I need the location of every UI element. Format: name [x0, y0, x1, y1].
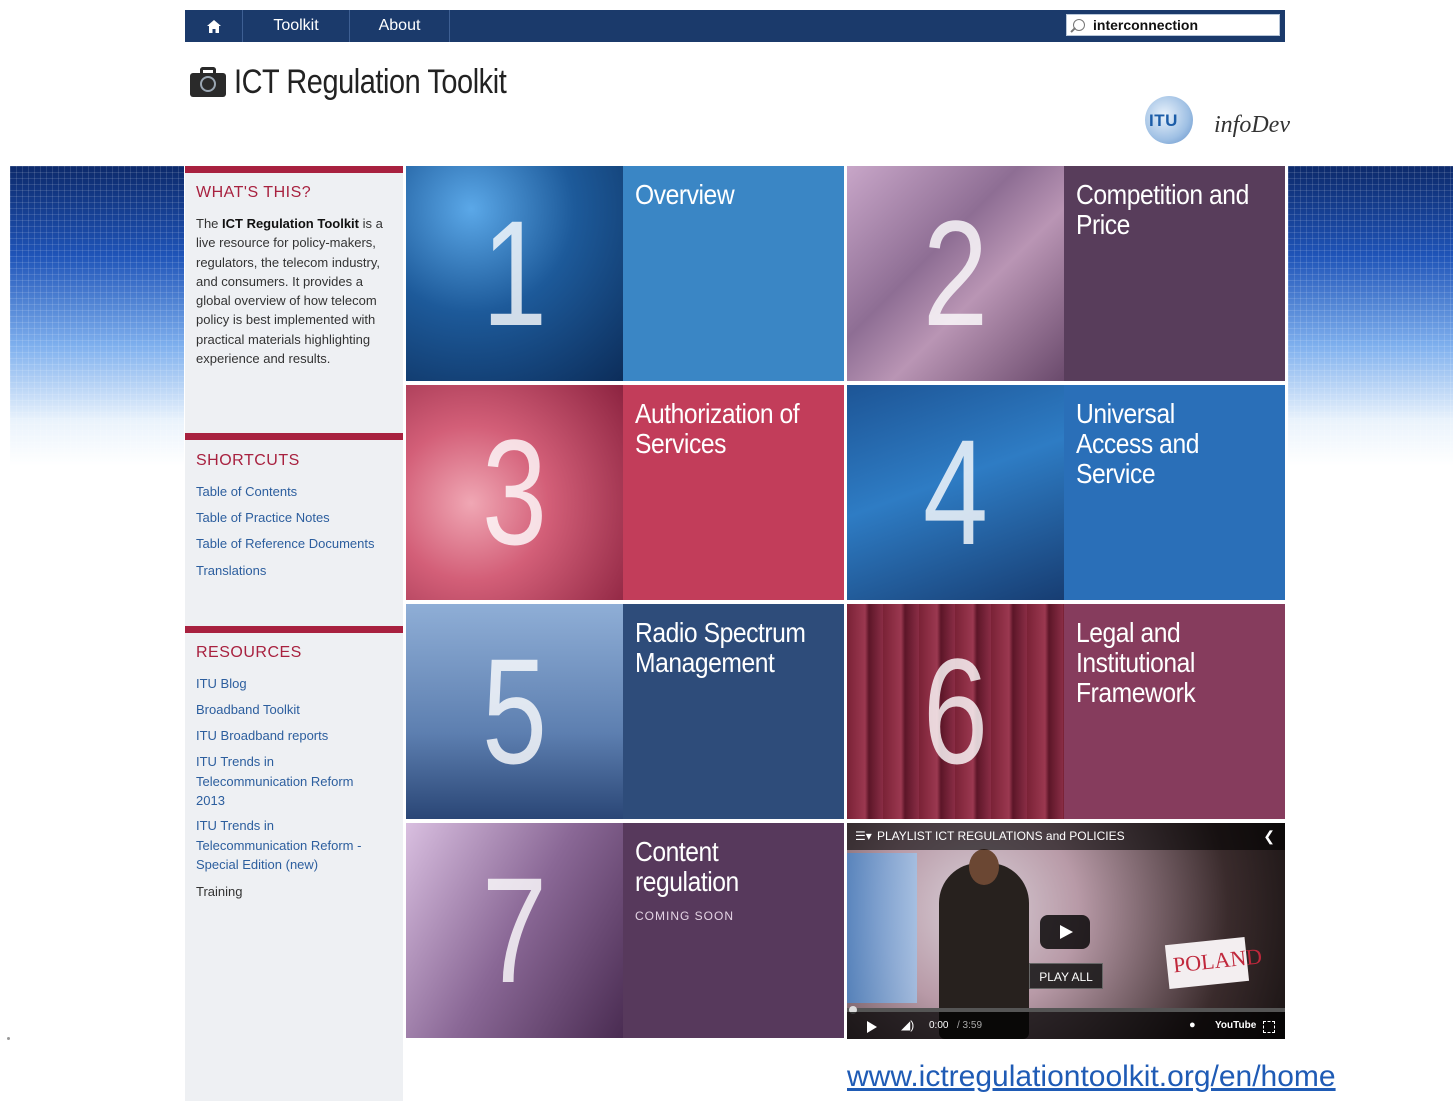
nav-about-link[interactable]: About [350, 10, 450, 42]
speaker-head [969, 849, 999, 885]
search-input[interactable] [1093, 16, 1273, 34]
time-current: 0:00 [929, 1020, 949, 1031]
tile-number: 2 [922, 189, 989, 357]
tile-legal-framework[interactable]: 6 Legal and Institutional Framework [847, 604, 1285, 819]
youtube-logo[interactable]: YouTube [1215, 1012, 1256, 1039]
play-icon[interactable] [867, 1021, 877, 1033]
background-band-right [1288, 166, 1453, 466]
tile-title: Competition and Price [1076, 179, 1249, 240]
tile-number: 7 [481, 846, 548, 1014]
tile-number: 6 [922, 627, 989, 795]
top-navigation-bar: Toolkit About [185, 10, 1285, 42]
shortcut-link[interactable]: Table of Reference Documents [196, 534, 396, 554]
shortcuts-heading: SHORTCUTS [196, 452, 300, 469]
playlist-icon[interactable]: ☰▾ [855, 823, 872, 850]
tile-title: Legal and Institutional Framework [1076, 617, 1196, 708]
resource-link[interactable]: ITU Broadband reports [196, 726, 396, 746]
tile-universal-access[interactable]: 4 Universal Access and Service [847, 385, 1285, 600]
resource-link[interactable]: ITU Trends in Telecommunication Reform 2… [196, 752, 376, 811]
site-title: ICT Regulation Toolkit [234, 62, 507, 101]
time-total: / 3:59 [957, 1020, 983, 1031]
resources-heading: RESOURCES [196, 644, 302, 661]
search-icon[interactable] [1073, 19, 1085, 31]
resource-link[interactable]: ITU Trends in Telecommunication Reform -… [196, 816, 381, 875]
coming-soon-label: COMING SOON [635, 909, 735, 923]
play-all-button[interactable]: PLAY ALL [1029, 963, 1103, 989]
tile-overview[interactable]: 1 Overview [406, 166, 844, 381]
tile-title: Content regulation [635, 836, 739, 897]
video-top-bar: ☰▾ PLAYLIST ICT REGULATIONS and POLICIES… [847, 823, 1285, 850]
tile-number: 5 [481, 627, 548, 795]
video-controls: ◢) 0:00 / 3:59 ● YouTube [847, 1012, 1285, 1039]
volume-icon[interactable]: ◢) [901, 1012, 914, 1039]
info-icon[interactable]: ● [1189, 1012, 1196, 1039]
tile-number: 4 [922, 408, 989, 576]
resource-link[interactable]: ITU Blog [196, 674, 396, 694]
tile-title: Authorization of Services [635, 398, 800, 459]
tile-competition-and-price[interactable]: 2 Competition and Price [847, 166, 1285, 381]
site-url-link[interactable]: www.ictregulationtoolkit.org/en/home [847, 1060, 1336, 1094]
playlist-label: PLAYLIST [877, 829, 933, 843]
decorative-dot [7, 1037, 10, 1040]
shortcut-link[interactable]: Table of Practice Notes [196, 508, 396, 528]
nav-home-button[interactable] [185, 10, 243, 42]
home-icon [206, 20, 221, 33]
tile-radio-spectrum[interactable]: 5 Radio Spectrum Management [406, 604, 844, 819]
briefcase-globe-icon [190, 67, 226, 97]
section-divider [185, 433, 403, 440]
section-divider [185, 626, 403, 633]
flag-image [847, 853, 917, 1003]
toolkit-name: ICT Regulation Toolkit [222, 216, 359, 231]
fullscreen-icon[interactable] [1263, 1021, 1275, 1033]
sidebar: WHAT'S THIS? The ICT Regulation Toolkit … [185, 166, 403, 1101]
tile-number: 1 [481, 189, 548, 357]
search-box [1066, 14, 1280, 36]
site-logo[interactable]: ICT Regulation Toolkit [190, 60, 554, 104]
video-player[interactable]: POLAND ☰▾ PLAYLIST ICT REGULATIONS and P… [847, 823, 1285, 1039]
resource-link[interactable]: Training [196, 882, 396, 902]
shortcut-link[interactable]: Table of Contents [196, 482, 396, 502]
tile-authorization-of-services[interactable]: 3 Authorization of Services [406, 385, 844, 600]
itu-logo-text: ITU [1149, 111, 1178, 130]
play-button[interactable] [1040, 915, 1090, 949]
infodev-logo-text: infoDev [1214, 112, 1290, 138]
tile-number: 3 [481, 408, 548, 576]
shortcut-link[interactable]: Translations [196, 561, 396, 581]
nav-toolkit-link[interactable]: Toolkit [243, 10, 350, 42]
share-icon[interactable]: ❮ [1263, 823, 1275, 850]
infodev-logo[interactable]: infoDev [1214, 112, 1290, 139]
poland-sign: POLAND [1164, 936, 1263, 990]
whats-this-text: The ICT Regulation Toolkit is a live res… [196, 216, 383, 367]
playlist-title[interactable]: ICT REGULATIONS and POLICIES [935, 823, 1125, 850]
sign-text: POLAND [1171, 943, 1264, 978]
section-divider [185, 166, 403, 173]
tile-content-regulation[interactable]: 7 Content regulation COMING SOON [406, 823, 844, 1038]
tile-title: Overview [635, 179, 735, 210]
background-band-left [10, 166, 184, 466]
resource-link[interactable]: Broadband Toolkit [196, 700, 396, 720]
tile-title: Radio Spectrum Management [635, 617, 806, 678]
tile-title: Universal Access and Service [1076, 398, 1199, 489]
itu-logo[interactable]: ITU [1145, 96, 1193, 144]
whats-this-heading: WHAT'S THIS? [196, 184, 312, 201]
